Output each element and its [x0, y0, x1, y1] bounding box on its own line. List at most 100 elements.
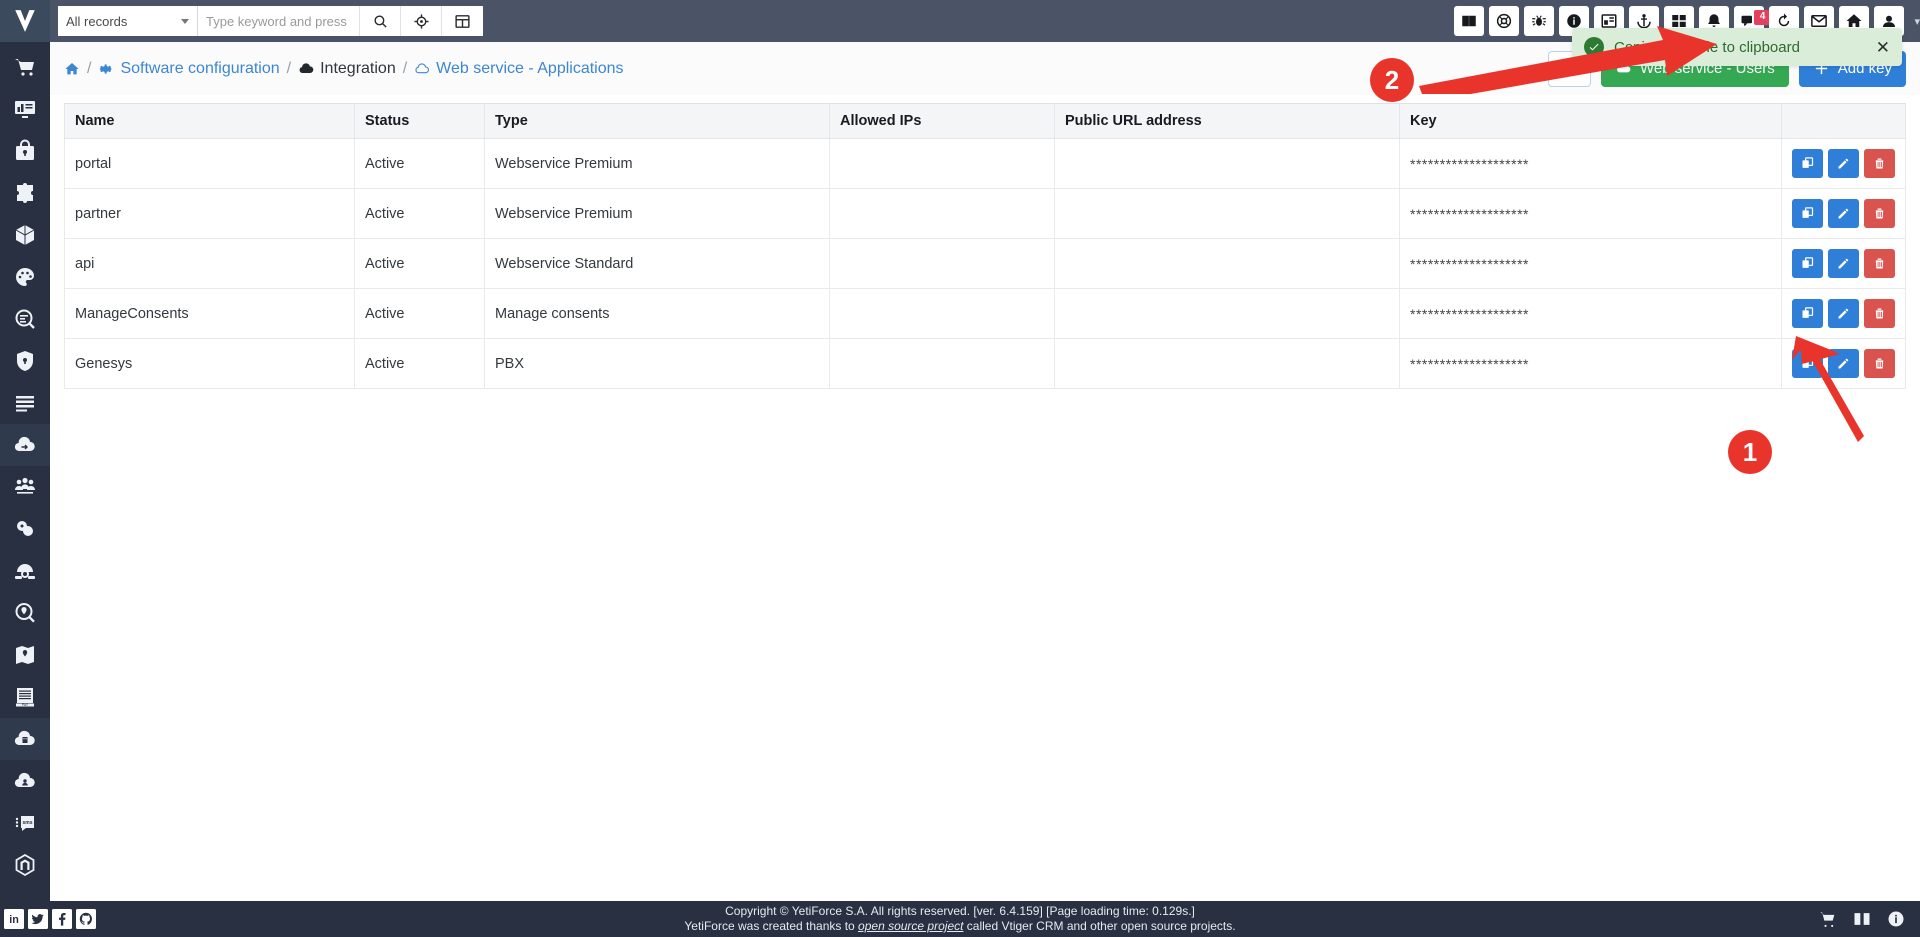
row-action-buttons	[1792, 149, 1895, 178]
delete-record-button[interactable]	[1864, 199, 1895, 228]
search-button[interactable]	[360, 6, 401, 36]
cloud-building-icon	[14, 730, 35, 746]
sidebar-item-cart[interactable]	[0, 46, 50, 88]
sidebar-item-blocks[interactable]	[0, 214, 50, 256]
cart-icon[interactable]	[1818, 909, 1838, 929]
search-icon	[373, 14, 387, 28]
app-logo[interactable]	[0, 0, 50, 42]
edit-record-button[interactable]	[1828, 149, 1859, 178]
sidebar-item-magento[interactable]	[0, 844, 50, 886]
cell-status: Active	[354, 338, 485, 389]
sidebar-item-tags[interactable]	[0, 508, 50, 550]
copy-key-button[interactable]	[1792, 299, 1823, 328]
edit-record-button[interactable]	[1828, 349, 1859, 378]
table-row[interactable]: ManageConsents Active Manage consents *****…	[64, 288, 1906, 339]
cell-actions	[1781, 288, 1906, 339]
invoice-icon: PAY	[16, 688, 34, 707]
column-header-name[interactable]: Name	[64, 103, 355, 139]
sidebar-item-appearance[interactable]	[0, 256, 50, 298]
sidebar-item-integration[interactable]	[0, 424, 50, 466]
gps-target-icon	[413, 13, 429, 29]
copy-key-button[interactable]	[1792, 349, 1823, 378]
copy-key-button[interactable]	[1792, 149, 1823, 178]
cell-status: Active	[354, 238, 485, 289]
column-header-allowed-ips[interactable]: Allowed IPs	[829, 103, 1055, 139]
sidebar-item-map[interactable]	[0, 634, 50, 676]
book-icon[interactable]	[1852, 909, 1872, 929]
sidebar-item-security[interactable]	[0, 130, 50, 172]
lifebuoy-button[interactable]	[1489, 6, 1520, 36]
pencil-icon	[1838, 308, 1849, 319]
column-header-type[interactable]: Type	[484, 103, 830, 139]
info-circle-icon[interactable]	[1886, 909, 1906, 929]
sidebar-item-dashboard[interactable]	[0, 88, 50, 130]
edit-record-button[interactable]	[1828, 249, 1859, 278]
delete-record-button[interactable]	[1864, 149, 1895, 178]
sidebar-item-companies[interactable]	[0, 718, 50, 760]
bug-button[interactable]	[1524, 6, 1555, 36]
edit-record-button[interactable]	[1828, 299, 1859, 328]
cell-actions	[1781, 188, 1906, 239]
pencil-icon	[1838, 158, 1849, 169]
breadcrumb-item-web-service-applications[interactable]: Web service - Applications	[414, 60, 624, 78]
table-row[interactable]: portal Active Webservice Premium **********…	[64, 138, 1906, 189]
sidebar-item-permissions[interactable]	[0, 340, 50, 382]
sidebar-item-search[interactable]	[0, 298, 50, 340]
table-row[interactable]: Genesys Active PBX ********************	[64, 338, 1906, 389]
cell-name: ManageConsents	[64, 288, 355, 339]
bug-icon	[1532, 15, 1547, 26]
modules-grid-button[interactable]	[442, 6, 483, 36]
quick-search-button[interactable]	[401, 6, 442, 36]
close-icon[interactable]: ✕	[1876, 39, 1890, 56]
delete-record-button[interactable]	[1864, 249, 1895, 278]
user-menu-chevron-icon[interactable]: ▾	[1914, 15, 1920, 28]
sidebar-item-users[interactable]	[0, 466, 50, 508]
social-links: in	[0, 901, 100, 937]
home-icon	[65, 62, 79, 74]
location-search-icon	[15, 603, 35, 623]
records-filter-select[interactable]: All records	[58, 6, 198, 36]
lock-briefcase-icon	[16, 139, 34, 160]
cloud-user-icon	[14, 772, 35, 788]
book-button[interactable]	[1454, 6, 1485, 36]
table-row[interactable]: partner Active Webservice Premium *********…	[64, 188, 1906, 239]
facebook-icon[interactable]	[52, 909, 72, 929]
sidebar-item-portal[interactable]	[0, 760, 50, 802]
breadcrumb-item-software-configuration[interactable]: Software configuration	[98, 60, 280, 78]
sidebar-item-map-search[interactable]	[0, 592, 50, 634]
cell-key: ********************	[1399, 188, 1782, 239]
sms-icon: sms	[15, 816, 34, 831]
shield-lock-icon	[17, 351, 33, 371]
footer-text: Copyright © YetiForce S.A. All rights re…	[684, 904, 1235, 934]
sidebar-item-payments[interactable]: PAY	[0, 676, 50, 718]
column-header-key[interactable]: Key	[1399, 103, 1782, 139]
copy-key-button[interactable]	[1792, 199, 1823, 228]
sidebar-item-sms[interactable]: sms	[0, 802, 50, 844]
sidebar-item-logs[interactable]	[0, 382, 50, 424]
breadcrumb-item-home[interactable]	[64, 61, 80, 77]
github-icon[interactable]	[76, 909, 96, 929]
column-header-public-url-address[interactable]: Public URL address	[1054, 103, 1400, 139]
delete-record-button[interactable]	[1864, 299, 1895, 328]
delete-record-button[interactable]	[1864, 349, 1895, 378]
toast-notification[interactable]: Copied variable to clipboard ✕	[1572, 28, 1902, 66]
row-action-buttons	[1792, 199, 1895, 228]
cart-icon	[15, 59, 34, 76]
twitter-icon[interactable]	[28, 909, 48, 929]
cell-name: partner	[64, 188, 355, 239]
linkedin-icon[interactable]: in	[4, 909, 24, 929]
tags-icon	[17, 521, 33, 536]
column-header-status[interactable]: Status	[354, 103, 485, 139]
copy-key-button[interactable]	[1792, 249, 1823, 278]
search-input[interactable]	[198, 6, 360, 36]
sidebar-item-modules[interactable]	[0, 172, 50, 214]
cell-key: ********************	[1399, 288, 1782, 339]
breadcrumb-item-integration[interactable]: Integration	[298, 60, 396, 78]
sidebar-item-pbx[interactable]	[0, 550, 50, 592]
pencil-icon	[1838, 258, 1849, 269]
table-row[interactable]: api Active Webservice Standard ************…	[64, 238, 1906, 289]
edit-record-button[interactable]	[1828, 199, 1859, 228]
open-source-project-link[interactable]: open source project	[858, 919, 963, 933]
cell-name: portal	[64, 138, 355, 189]
cell-url	[1054, 188, 1400, 239]
